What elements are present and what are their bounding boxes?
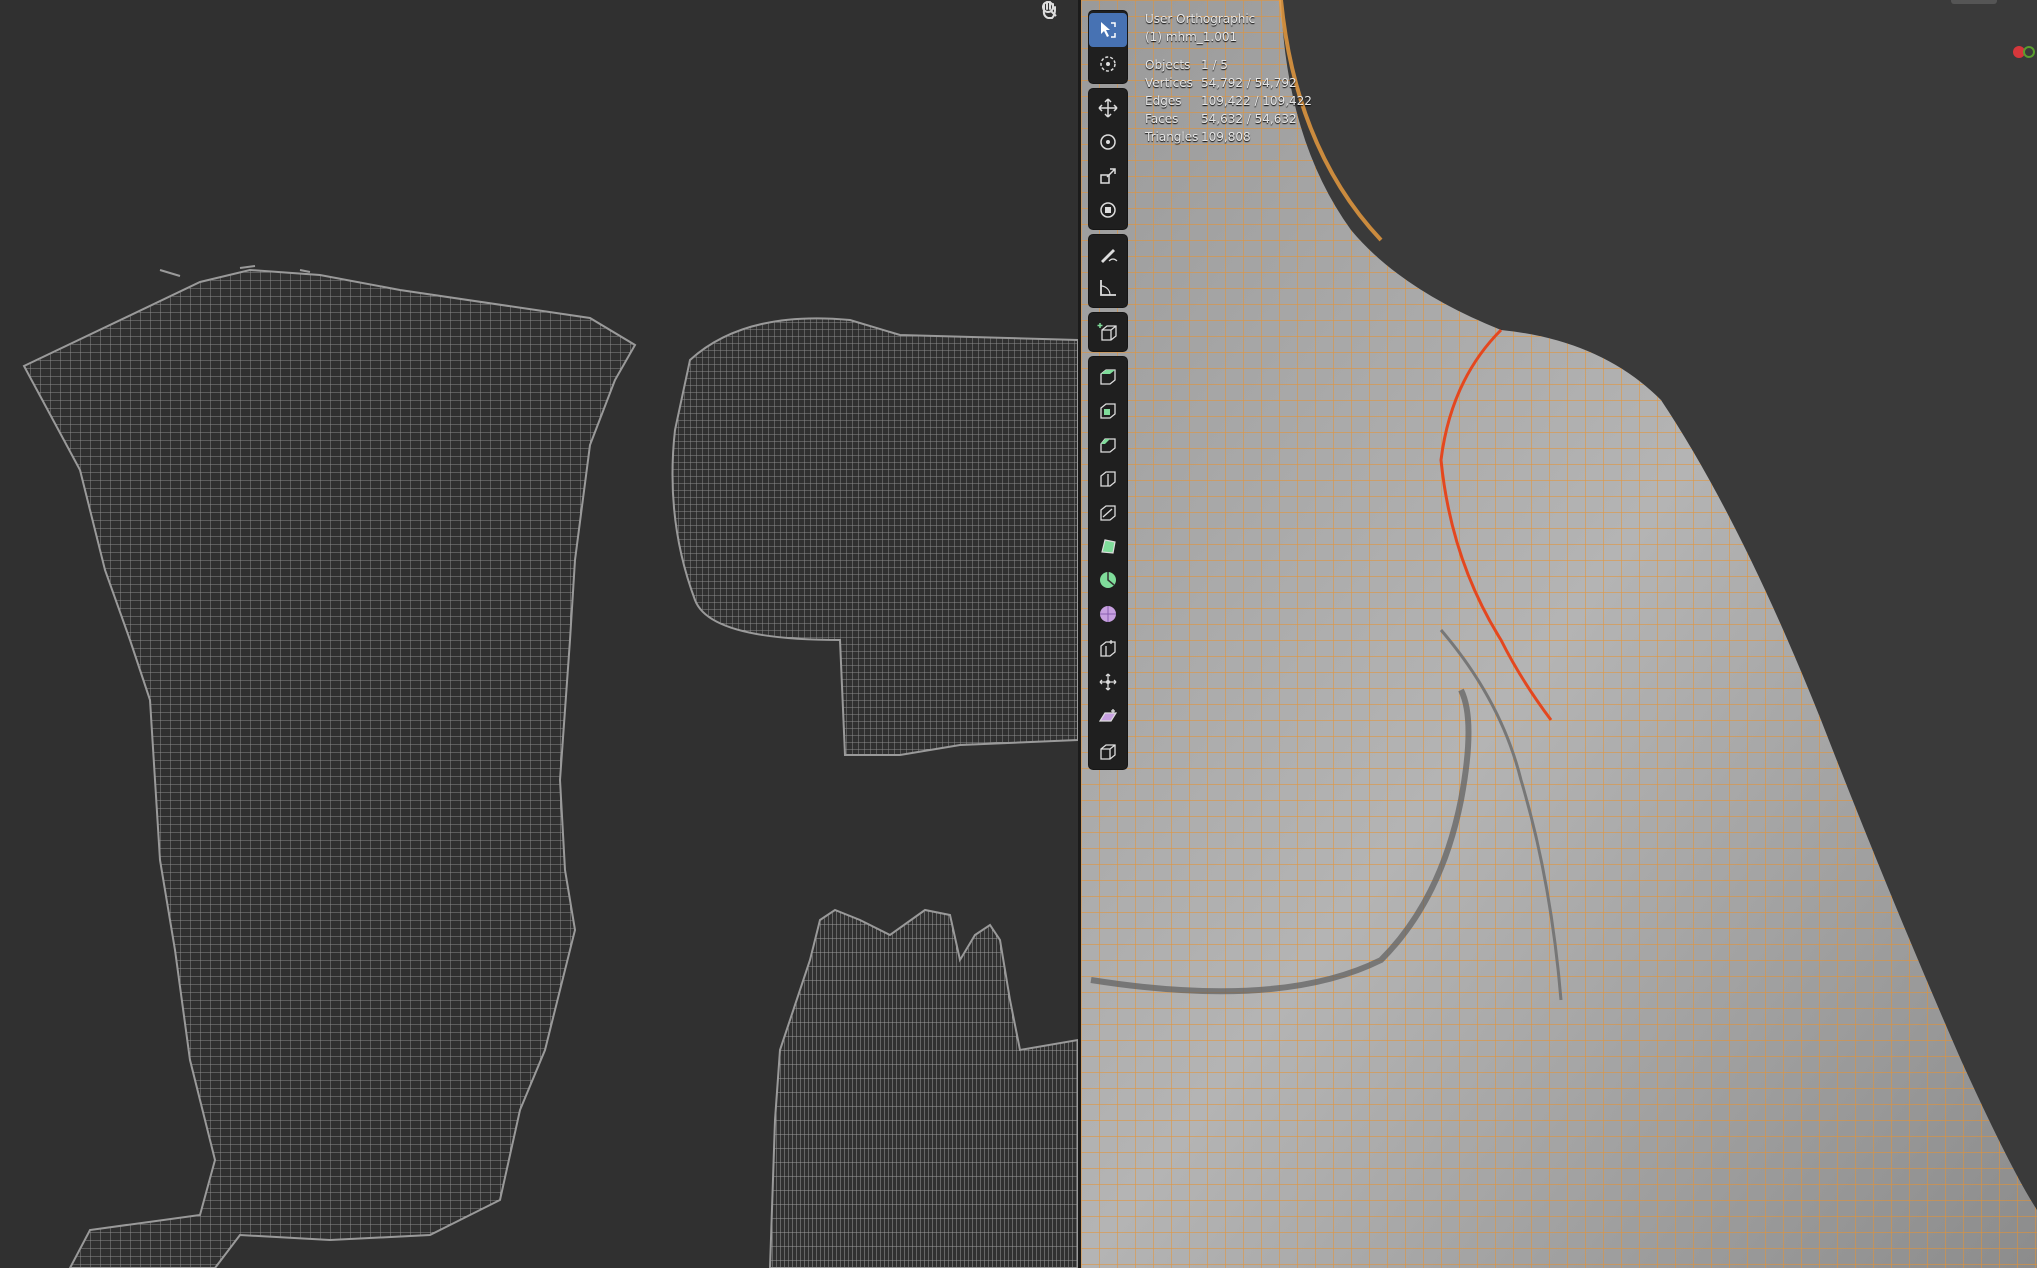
statistics: Objects 1 / 5 Vertices 54,792 / 54,792 Edg… <box>1145 56 1312 146</box>
shrink-fatten-icon[interactable] <box>1089 665 1127 699</box>
tool-group-add <box>1088 312 1128 352</box>
tool-group-transform <box>1088 88 1128 230</box>
smooth-icon[interactable] <box>1089 597 1127 631</box>
uv-island-torso[interactable] <box>22 265 637 1268</box>
pan-hand-icon[interactable] <box>1042 1 1071 52</box>
annotate-icon[interactable] <box>1089 237 1127 271</box>
stat-row-triangles: Triangles 109,808 <box>1145 130 1251 144</box>
extrude-region-icon[interactable] <box>1089 359 1127 393</box>
transform-icon[interactable] <box>1089 193 1127 227</box>
loop-cut-icon[interactable] <box>1089 461 1127 495</box>
stat-row-edges: Edges 109,422 / 109,422 <box>1145 94 1312 108</box>
select-box-icon[interactable] <box>1089 13 1127 47</box>
rip-region-icon[interactable] <box>1089 733 1127 767</box>
tool-shelf <box>1088 10 1128 774</box>
edge-slide-icon[interactable] <box>1089 631 1127 665</box>
uv-editor-panel[interactable] <box>0 0 1078 1268</box>
poly-build-icon[interactable] <box>1089 529 1127 563</box>
view-name: User Orthographic <box>1145 12 1256 26</box>
uv-island-hand[interactable] <box>768 908 1078 1268</box>
3d-viewport[interactable]: User Orthographic (1) mhm_1.001 Objects 1… <box>1081 0 2037 1268</box>
scale-icon[interactable] <box>1089 159 1127 193</box>
uv-island-shoulder[interactable] <box>671 317 1079 756</box>
move-icon[interactable] <box>1089 91 1127 125</box>
knife-icon[interactable] <box>1089 495 1127 529</box>
viewport-overlay-text: User Orthographic (1) mhm_1.001 Objects 1… <box>1145 10 1312 146</box>
rotate-icon[interactable] <box>1089 125 1127 159</box>
stat-row-vertices: Vertices 54,792 / 54,792 <box>1145 76 1297 90</box>
header-handle[interactable] <box>1951 0 1997 4</box>
tool-group-edit <box>1088 356 1128 770</box>
active-object-name: (1) mhm_1.001 <box>1145 30 1238 44</box>
gizmo-y-axis-icon[interactable] <box>2023 46 2035 58</box>
spin-icon[interactable] <box>1089 563 1127 597</box>
tool-group-select <box>1088 10 1128 84</box>
add-cube-icon[interactable] <box>1089 315 1127 349</box>
cursor-icon[interactable] <box>1089 47 1127 81</box>
navigation-gizmo[interactable] <box>2009 46 2037 60</box>
uv-nav-gizmo <box>1040 0 1074 56</box>
tool-group-annotate <box>1088 234 1128 308</box>
stat-row-objects: Objects 1 / 5 <box>1145 58 1228 72</box>
bevel-icon[interactable] <box>1089 427 1127 461</box>
shear-icon[interactable] <box>1089 699 1127 733</box>
mesh-scene[interactable] <box>1081 0 2037 1268</box>
inset-faces-icon[interactable] <box>1089 393 1127 427</box>
measure-icon[interactable] <box>1089 271 1127 305</box>
stat-row-faces: Faces 54,632 / 54,632 <box>1145 112 1297 126</box>
uv-mesh-canvas[interactable] <box>0 0 1078 1268</box>
